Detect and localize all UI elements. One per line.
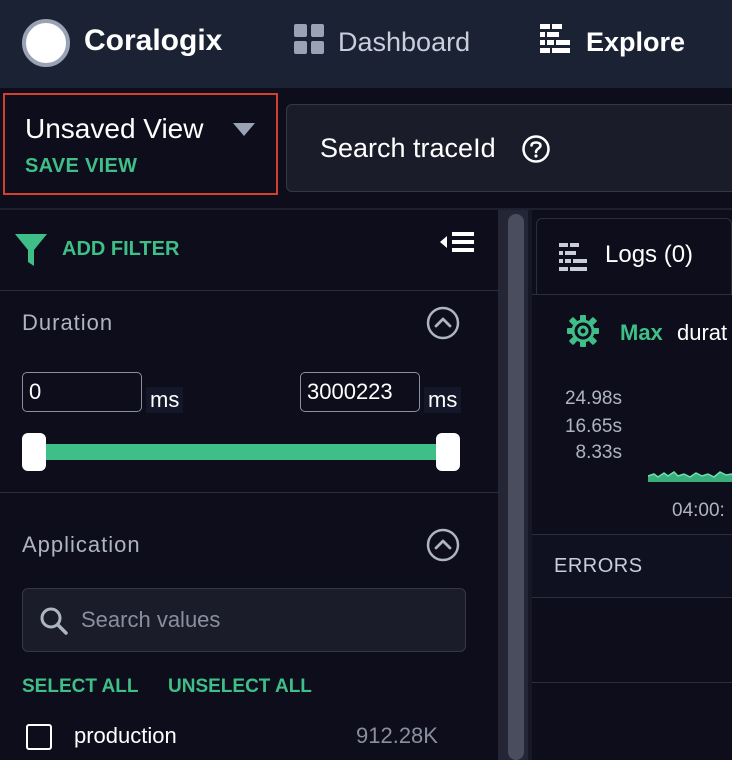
nav-item-explore[interactable]: Explore	[540, 24, 685, 61]
gear-icon[interactable]	[566, 314, 600, 353]
duration-sparkline	[648, 471, 732, 482]
tab-logs[interactable]: Logs (0)	[536, 218, 732, 294]
chevron-up-icon[interactable]	[426, 528, 460, 567]
tab-logs-label: Logs (0)	[605, 241, 694, 268]
application-name[interactable]: production	[74, 723, 177, 749]
x-tick-label: 04:00:	[672, 500, 725, 521]
divider	[0, 290, 498, 291]
top-nav: Coralogix Dashboard Explore	[0, 0, 732, 88]
select-all-button[interactable]: SELECT ALL	[22, 676, 138, 698]
duration-min-input[interactable]: 0	[22, 372, 142, 412]
view-title[interactable]: Unsaved View	[25, 113, 203, 145]
chevron-up-icon[interactable]	[426, 306, 460, 345]
duration-slider-max-handle[interactable]	[436, 433, 460, 471]
y-tick-label: 16.65s	[564, 416, 622, 437]
results-panel: Logs (0) Max durat 24.98s 16.65s 8.33s 0…	[528, 210, 732, 760]
y-tick-label: 24.98s	[564, 388, 622, 409]
nav-item-dashboard[interactable]: Dashboard	[294, 24, 470, 61]
metric-aggregation[interactable]: Max	[620, 320, 663, 346]
metric-name: durat	[677, 320, 728, 345]
help-icon[interactable]	[521, 134, 551, 169]
application-checkbox[interactable]	[26, 724, 52, 750]
explore-icon	[540, 24, 572, 61]
brand-name[interactable]: Coralogix	[84, 24, 222, 58]
logs-icon	[559, 243, 589, 276]
collapse-panel-icon[interactable]	[440, 232, 476, 263]
application-search-placeholder: Search values	[81, 607, 221, 632]
divider	[532, 682, 732, 683]
search-traceid-label: Search traceId	[320, 133, 496, 163]
duration-max-unit: ms	[424, 387, 462, 413]
duration-min-unit: ms	[146, 387, 184, 413]
errors-label: ERRORS	[554, 555, 643, 577]
filter-panel: ADD FILTER Duration 0 ms 3000223 ms Appl…	[0, 210, 498, 760]
search-traceid-input[interactable]: Search traceId	[286, 104, 732, 192]
view-selector[interactable]: Unsaved View SAVE VIEW	[3, 93, 278, 195]
application-title: Application	[22, 532, 141, 557]
nav-item-dashboard-label: Dashboard	[338, 27, 471, 57]
add-filter-button[interactable]: ADD FILTER	[62, 238, 179, 261]
divider	[532, 294, 732, 295]
search-icon	[39, 606, 69, 641]
divider	[0, 492, 498, 493]
caret-down-icon[interactable]	[233, 123, 255, 136]
duration-max-input[interactable]: 3000223	[300, 372, 420, 412]
filter-funnel-icon[interactable]	[14, 232, 48, 273]
duration-slider-min-handle[interactable]	[22, 433, 46, 471]
scrollbar-thumb[interactable]	[508, 214, 524, 760]
errors-section[interactable]: ERRORS	[532, 534, 732, 598]
coralogix-logo-icon[interactable]	[22, 19, 70, 67]
y-tick-label: 8.33s	[575, 442, 622, 463]
dashboard-grid-icon	[294, 24, 324, 61]
duration-slider-track[interactable]	[40, 444, 444, 460]
save-view-button[interactable]: SAVE VIEW	[25, 155, 137, 178]
unselect-all-button[interactable]: UNSELECT ALL	[168, 676, 312, 698]
application-count: 912.28K	[356, 723, 438, 748]
duration-title: Duration	[22, 310, 114, 335]
application-search-input[interactable]: Search values	[22, 588, 466, 652]
nav-item-explore-label: Explore	[586, 27, 686, 57]
